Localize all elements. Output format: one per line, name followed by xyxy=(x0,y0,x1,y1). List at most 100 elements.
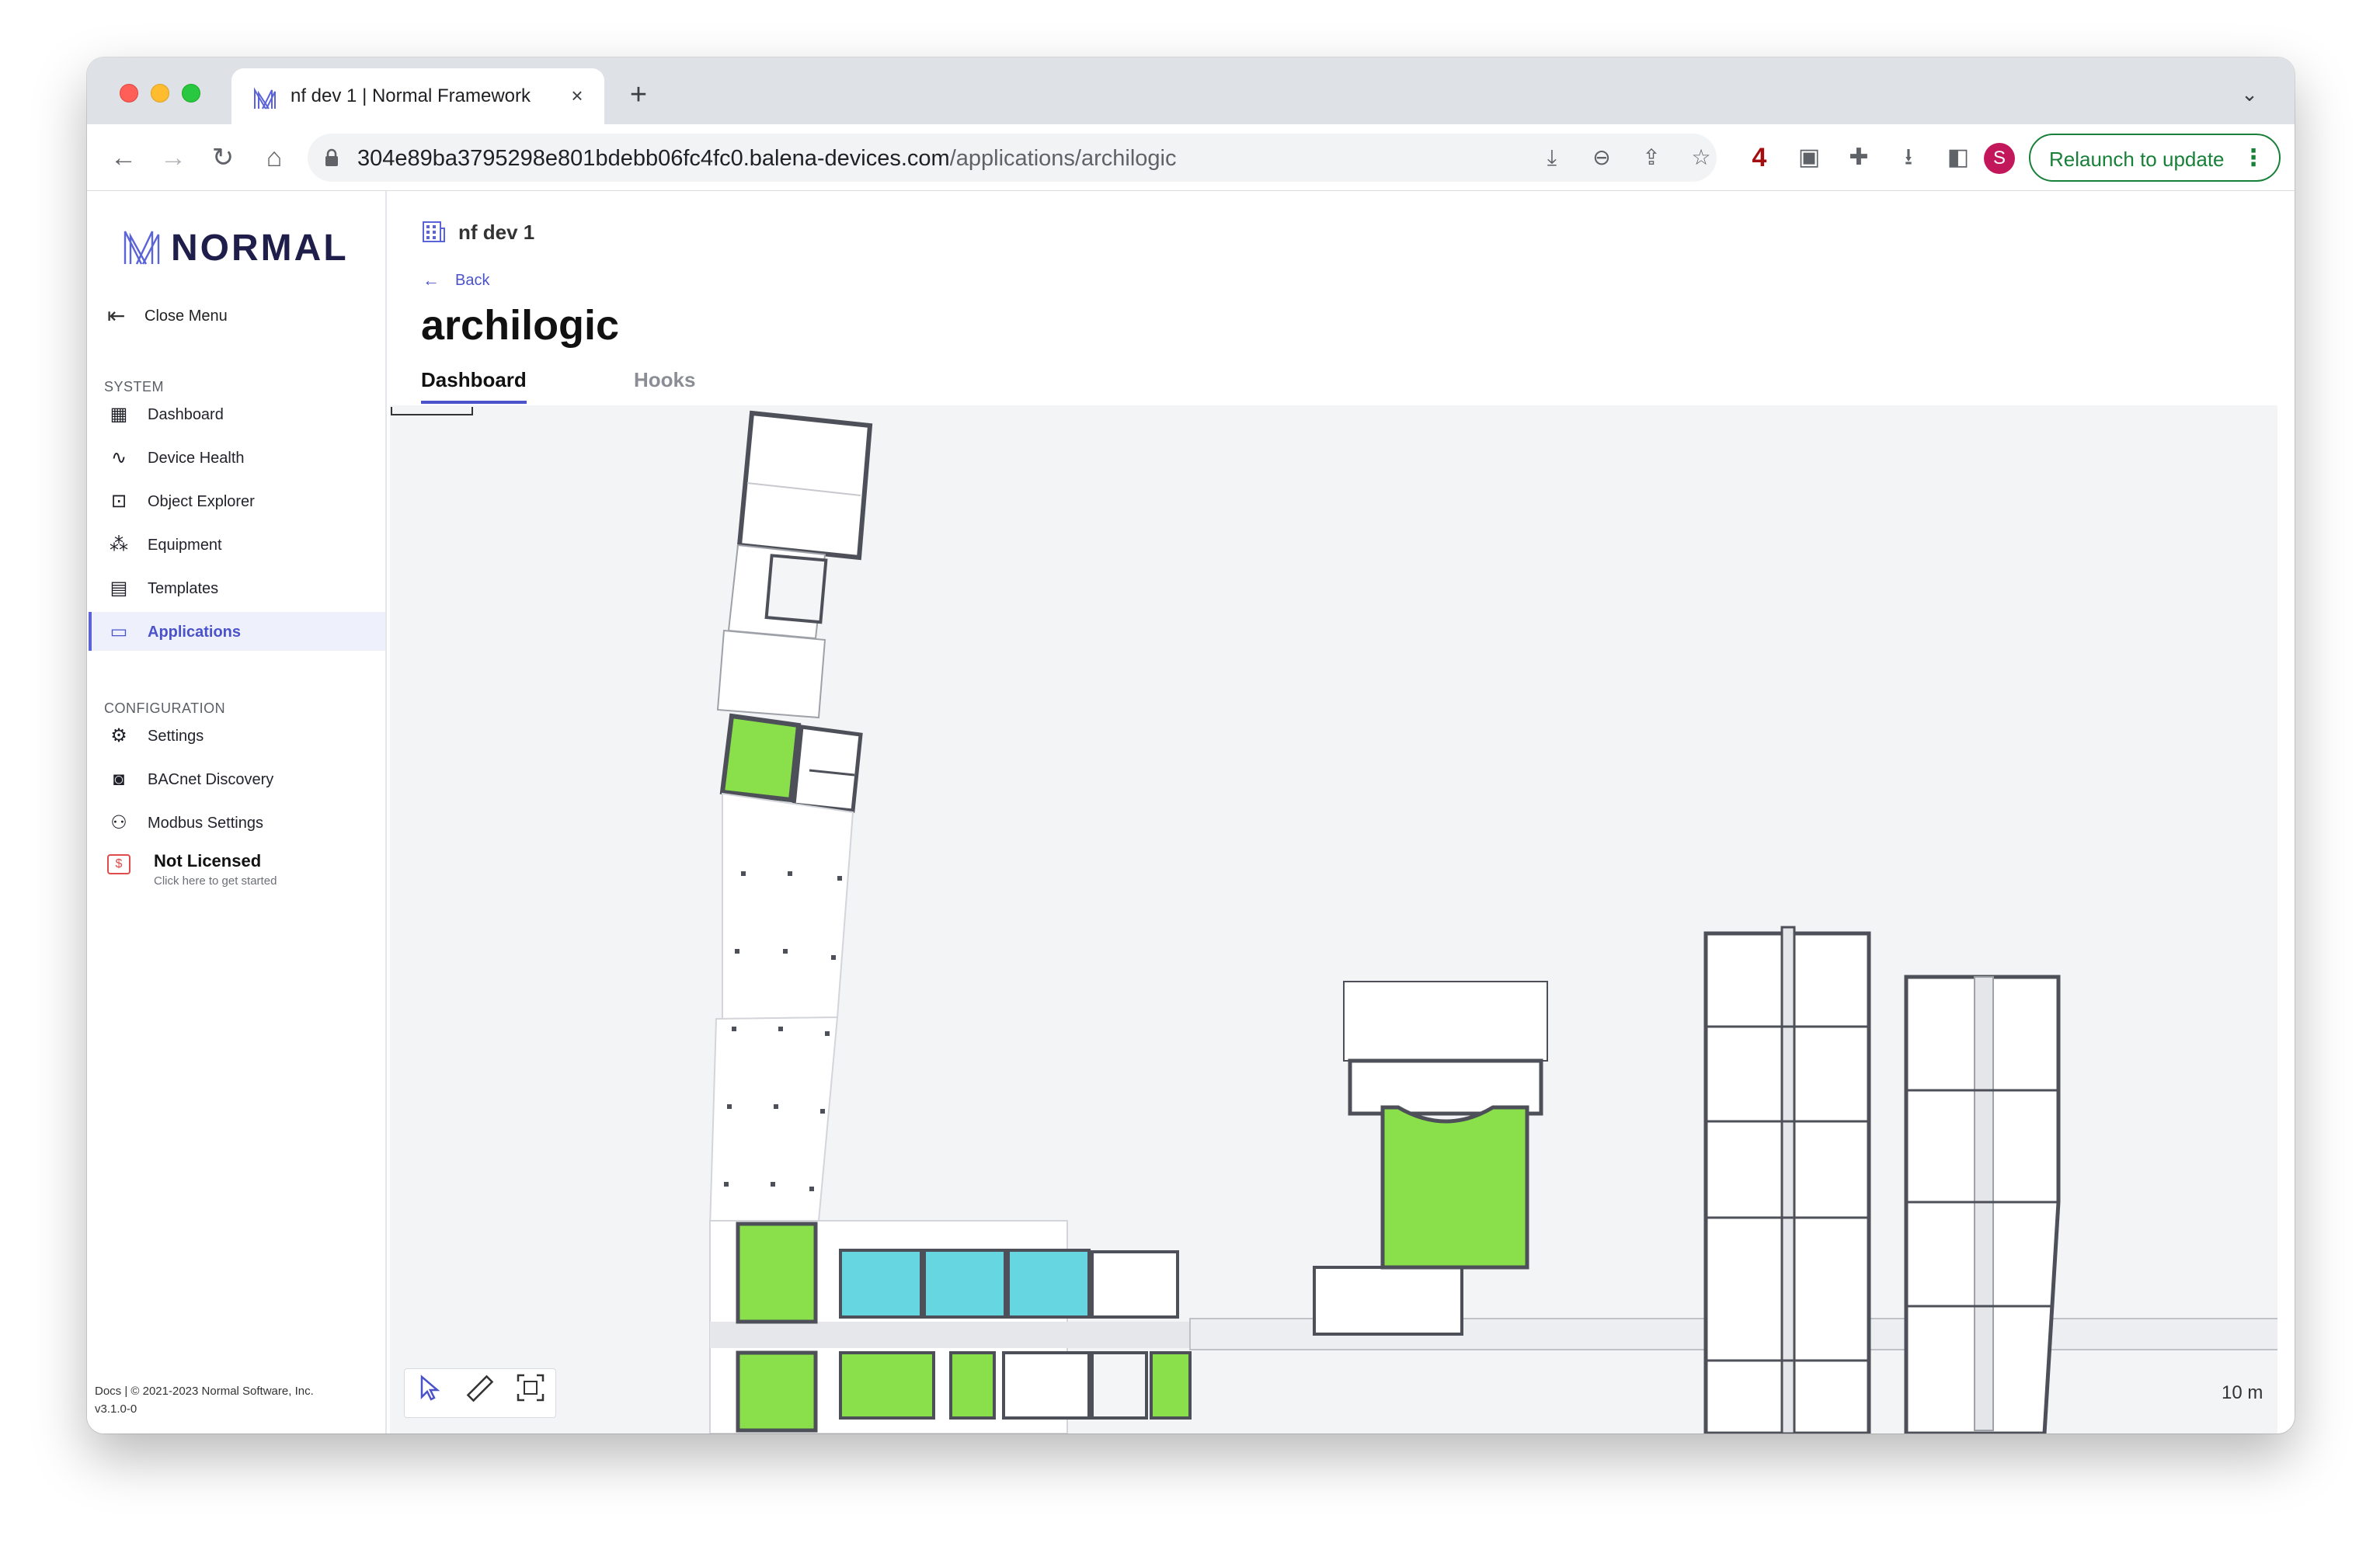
tab-hooks[interactable]: Hooks xyxy=(634,368,695,392)
window-icon: ▭ xyxy=(110,621,128,642)
equipment-icon: ⁂ xyxy=(110,534,128,555)
forward-arrow-icon[interactable]: → xyxy=(155,140,191,176)
dashboard-icon: ▦ xyxy=(110,404,128,425)
browser-tab[interactable]: nf dev 1 | Normal Framework × xyxy=(231,68,604,124)
relaunch-to-update-button[interactable]: Relaunch to update ⋮ xyxy=(2029,134,2281,182)
cyan-room-1[interactable] xyxy=(839,1249,923,1319)
lock-icon[interactable] xyxy=(325,148,339,167)
tab-search-chevron-icon[interactable]: ⌄ xyxy=(2236,82,2263,110)
green-room-upper[interactable] xyxy=(719,713,802,803)
url-host: 304e89ba3795298e801bdebb06fc4fc0.balena-… xyxy=(357,146,950,171)
relaunch-label: Relaunch to update xyxy=(2049,148,2225,171)
normal-logo-icon xyxy=(254,87,276,109)
pulse-icon: ∿ xyxy=(110,447,127,468)
extension-badge-count: 4 xyxy=(1752,143,1767,172)
zoom-out-icon[interactable]: ⊖ xyxy=(1588,144,1616,172)
share-icon[interactable]: ⇪ xyxy=(1637,144,1665,172)
sidebar-item-label: Modbus Settings xyxy=(148,815,263,832)
sidebar-item-object-explorer[interactable]: ⊡ Object Explorer xyxy=(89,481,385,520)
minimize-window-button[interactable] xyxy=(151,84,169,103)
install-app-icon[interactable]: ⤓ xyxy=(1538,144,1566,172)
map-scale-bar xyxy=(391,407,473,415)
tab-title: nf dev 1 | Normal Framework xyxy=(291,85,531,106)
green-room-auditorium[interactable] xyxy=(1380,1105,1529,1270)
address-bar[interactable]: 304e89ba3795298e801bdebb06fc4fc0.balena-… xyxy=(308,134,1717,182)
green-room-south-1[interactable] xyxy=(839,1351,935,1420)
active-tab-indicator xyxy=(421,401,527,404)
reload-icon[interactable]: ↻ xyxy=(205,140,241,176)
network-tree-icon: ⚇ xyxy=(110,812,127,833)
site-breadcrumb[interactable]: nf dev 1 xyxy=(458,221,534,245)
sidebar-item-equipment[interactable]: ⁂ Equipment xyxy=(89,525,385,564)
bookmark-star-icon[interactable]: ☆ xyxy=(1687,144,1715,172)
floor-plan-drawing[interactable] xyxy=(390,405,2277,1434)
url-text[interactable]: 304e89ba3795298e801bdebb06fc4fc0.balena-… xyxy=(357,146,1176,172)
select-cursor-icon[interactable] xyxy=(409,1369,447,1406)
new-tab-button[interactable]: + xyxy=(623,80,654,112)
license-prompt[interactable]: $ Not Licensed Click here to get started xyxy=(107,851,371,898)
url-path: /applications/archilogic xyxy=(949,146,1177,171)
green-room-west-north[interactable] xyxy=(736,1222,818,1324)
license-warning-icon: $ xyxy=(107,854,130,874)
back-arrow-icon[interactable]: ← xyxy=(106,140,141,176)
sidebar-item-templates[interactable]: ▤ Templates xyxy=(89,568,385,607)
tab-dashboard[interactable]: Dashboard xyxy=(421,368,527,392)
footer-copyright[interactable]: Docs | © 2021-2023 Normal Software, Inc. xyxy=(95,1382,314,1400)
sidebar-item-bacnet-discovery[interactable]: ◙ BACnet Discovery xyxy=(89,759,385,798)
sidebar-item-modbus-settings[interactable]: ⚇ Modbus Settings xyxy=(89,803,385,842)
license-title: Not Licensed xyxy=(154,851,262,871)
back-arrow-icon: ← xyxy=(423,270,440,290)
main-content: nf dev 1 ← Back archilogic Dashboard Hoo… xyxy=(388,191,2295,1434)
green-room-south-3[interactable] xyxy=(1150,1351,1192,1420)
puzzle-extensions-icon[interactable]: ✚ xyxy=(1842,141,1875,174)
building-icon xyxy=(423,221,445,242)
close-menu-button[interactable]: ⇤ Close Menu xyxy=(107,304,371,329)
close-menu-label: Close Menu xyxy=(144,308,228,325)
sidebar-item-label: Settings xyxy=(148,728,204,745)
green-room-south-2[interactable] xyxy=(949,1351,996,1420)
green-room-west-south[interactable] xyxy=(736,1350,818,1433)
floor-plan-map[interactable]: 10 m xyxy=(390,405,2277,1434)
cyan-room-2[interactable] xyxy=(923,1249,1007,1319)
configuration-section-title: CONFIGURATION xyxy=(104,700,226,716)
sidebar-item-dashboard[interactable]: ▦ Dashboard xyxy=(89,394,385,433)
media-extension-icon[interactable]: ▣ xyxy=(1793,141,1825,174)
normal-logo[interactable]: NORMAL xyxy=(123,225,371,269)
object-explorer-icon: ⊡ xyxy=(110,491,127,512)
browser-window: nf dev 1 | Normal Framework × + ⌄ ← → ↻ … xyxy=(87,57,2295,1434)
cyan-room-3[interactable] xyxy=(1007,1249,1091,1319)
extension-badge-icon[interactable]: 4 xyxy=(1743,141,1776,174)
back-label: Back xyxy=(455,272,490,289)
measure-ruler-icon[interactable] xyxy=(461,1369,498,1406)
license-subtitle: Click here to get started xyxy=(154,874,277,888)
system-section-title: SYSTEM xyxy=(104,379,165,394)
sidebar-item-label: Templates xyxy=(148,580,219,597)
normal-logo-mark-icon xyxy=(124,231,160,265)
sidebar-item-label: Device Health xyxy=(148,450,245,467)
footer-version: v3.1.0-0 xyxy=(95,1402,137,1416)
more-vertical-icon[interactable]: ⋮ xyxy=(2242,144,2265,172)
page-content: NORMAL ⇤ Close Menu SYSTEM ▦ Dashboard ∿… xyxy=(87,191,2295,1434)
fit-to-screen-icon[interactable] xyxy=(512,1369,549,1406)
north-upper-building xyxy=(716,410,873,719)
collapse-menu-icon: ⇤ xyxy=(107,304,126,328)
east-wing-1 xyxy=(1703,926,1871,1434)
sidebar-item-device-health[interactable]: ∿ Device Health xyxy=(89,438,385,477)
profile-avatar[interactable]: S xyxy=(1984,143,2015,174)
east-wing-2 xyxy=(1904,975,2061,1434)
browser-toolbar: ← → ↻ ⌂ 304e89ba3795298e801bdebb06fc4fc0… xyxy=(87,124,2295,191)
sidebar: NORMAL ⇤ Close Menu SYSTEM ▦ Dashboard ∿… xyxy=(87,191,387,1434)
gear-icon: ⚙ xyxy=(110,725,127,746)
page-title: archilogic xyxy=(421,302,620,349)
home-icon[interactable]: ⌂ xyxy=(256,140,292,176)
map-toolbar xyxy=(404,1368,556,1418)
tab-close-icon[interactable]: × xyxy=(564,82,590,109)
download-icon[interactable]: ⭳ xyxy=(1892,141,1925,174)
close-window-button[interactable] xyxy=(120,84,138,103)
sidebar-item-label: Dashboard xyxy=(148,406,224,423)
sidebar-item-settings[interactable]: ⚙ Settings xyxy=(89,716,385,755)
side-panel-icon[interactable]: ◧ xyxy=(1942,141,1975,174)
map-scale-label: 10 m xyxy=(2222,1382,2263,1403)
sidebar-item-applications[interactable]: ▭ Applications xyxy=(89,612,385,651)
maximize-window-button[interactable] xyxy=(182,84,200,103)
